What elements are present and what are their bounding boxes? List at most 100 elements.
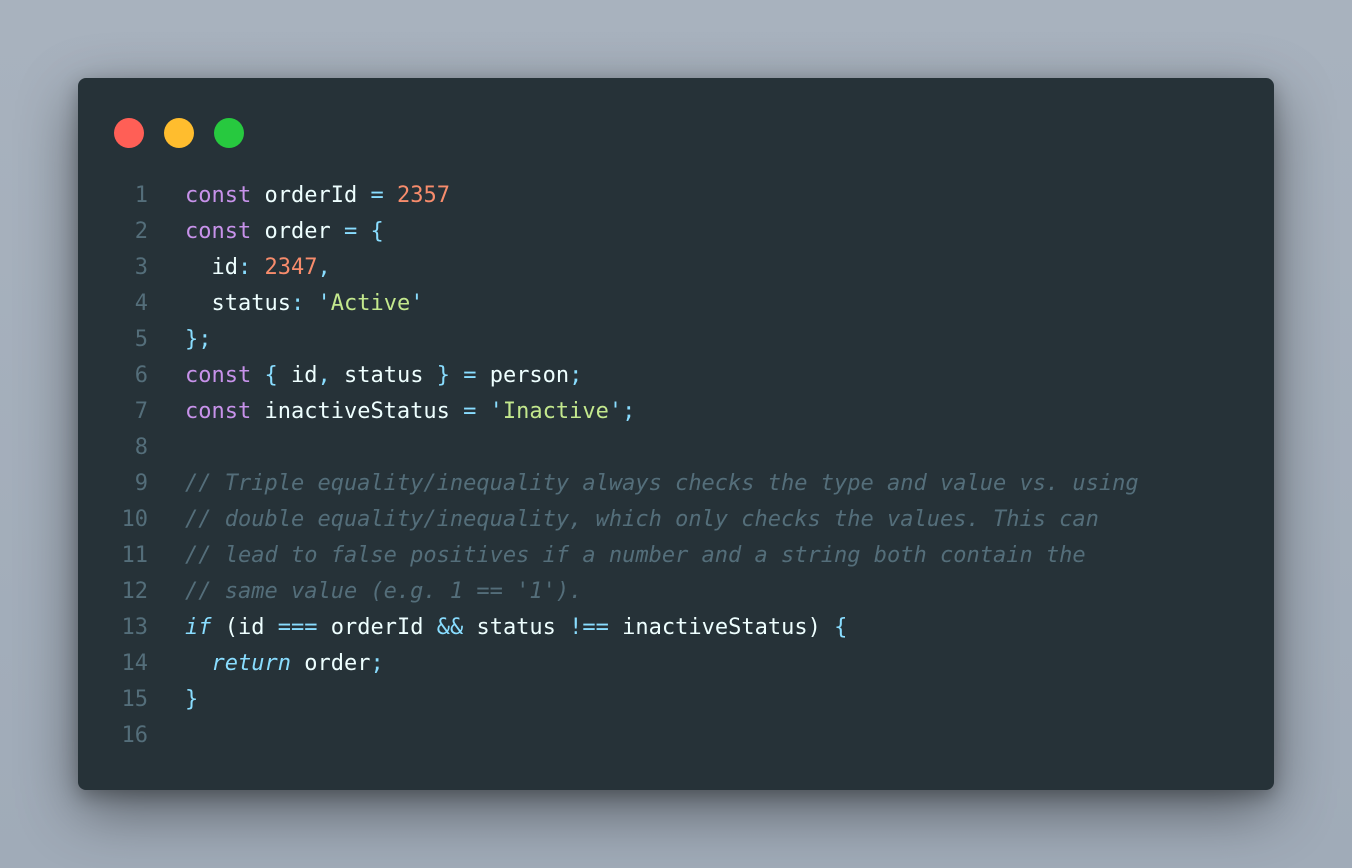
line-number: 8 (134, 435, 148, 460)
code-line: 7 const inactiveStatus = 'Inactive'; (78, 394, 1274, 430)
code-token: // Triple equality/inequality always che… (185, 471, 1139, 496)
code-line: 2 const order = { (78, 214, 1274, 250)
code-token: ' (410, 291, 424, 316)
code-text: }; (185, 322, 212, 358)
code-line: 3 id: 2347, (78, 250, 1274, 286)
code-token: : (237, 255, 252, 280)
code-token: status (463, 615, 570, 640)
window-controls (114, 118, 244, 148)
code-token: { (264, 363, 278, 388)
code-text: } (185, 682, 198, 718)
line-number: 10 (121, 507, 149, 532)
line-number: 15 (121, 687, 149, 712)
line-number: 7 (134, 399, 148, 424)
line-number: 16 (121, 723, 149, 748)
code-text: const inactiveStatus = 'Inactive'; (185, 394, 635, 430)
code-token: ; (569, 363, 583, 388)
line-number: 1 (134, 183, 148, 208)
code-token: orderId (317, 615, 437, 640)
code-token: }; (185, 327, 212, 352)
code-token: order (251, 219, 344, 244)
code-line: 15} (78, 682, 1274, 718)
code-token: // same value (e.g. 1 == '1'). (185, 579, 583, 604)
code-text: return order; (185, 646, 384, 682)
code-line: 11 // lead to false positives if a number… (78, 538, 1274, 574)
code-editor[interactable]: 1 const orderId = 2357 2 const order = {3 i… (78, 178, 1274, 754)
code-token: , (317, 363, 331, 388)
code-line: 9 // Triple equality/inequality always ch… (78, 466, 1274, 502)
line-number: 11 (121, 543, 149, 568)
code-token: const (185, 183, 252, 208)
line-number: 14 (121, 651, 149, 676)
code-line: 8 (78, 430, 1274, 466)
code-token: } (185, 687, 199, 712)
code-text: if (id === orderId && status !== inactiv… (185, 610, 847, 646)
code-token: (id (211, 615, 278, 640)
code-text: // double equality/inequality, which onl… (185, 502, 1099, 538)
line-number: 5 (134, 327, 148, 352)
code-token: } (436, 363, 450, 388)
code-token: orderId (251, 183, 371, 208)
code-text: // same value (e.g. 1 == '1'). (185, 574, 582, 610)
code-text: // Triple equality/inequality always che… (185, 466, 1139, 502)
code-token: = (370, 183, 384, 208)
code-token: inactiveStatus (251, 399, 464, 424)
line-number: 6 (134, 363, 148, 388)
code-line: 4 status: 'Active' (78, 286, 1274, 322)
code-line: 12 // same value (e.g. 1 == '1'). (78, 574, 1274, 610)
code-token: 2357 (396, 183, 450, 208)
code-text: status: 'Active' (185, 286, 423, 322)
code-token: { (370, 219, 384, 244)
code-line: 5}; (78, 322, 1274, 358)
code-window: 1 const orderId = 2357 2 const order = {3 i… (78, 78, 1274, 790)
code-token: = (343, 219, 358, 244)
code-token: if (185, 615, 212, 640)
code-token: id (185, 255, 238, 280)
code-token: const (185, 219, 252, 244)
code-token: Active (330, 291, 411, 316)
code-token: = (463, 363, 477, 388)
line-number: 3 (134, 255, 148, 280)
line-number: 13 (121, 615, 149, 640)
code-token: // lead to false positives if a number a… (185, 543, 1086, 568)
code-token: id (277, 363, 318, 388)
code-line: 1 const orderId = 2357 (78, 178, 1274, 214)
code-token: ' (317, 291, 331, 316)
line-number: 9 (134, 471, 148, 496)
code-token: return (211, 651, 291, 676)
code-token: order (290, 651, 371, 676)
maximize-button[interactable] (214, 118, 244, 148)
line-number: 2 (134, 219, 148, 244)
code-token: status (330, 363, 437, 388)
code-token: === (277, 615, 318, 640)
code-token: const (185, 399, 252, 424)
code-token: 2347 (264, 255, 318, 280)
code-token: status (185, 291, 291, 316)
code-token: !== (569, 615, 609, 640)
code-token: { (834, 615, 848, 640)
code-text: const order = { (185, 214, 384, 250)
code-token: const (185, 363, 252, 388)
code-line: 13 if (id === orderId && status !== inact… (78, 610, 1274, 646)
code-text: // lead to false positives if a number a… (185, 538, 1086, 574)
code-line: 14 return order; (78, 646, 1274, 682)
code-token: : (290, 291, 305, 316)
code-token: person (476, 363, 570, 388)
line-number: 4 (134, 291, 148, 316)
code-text: const { id, status } = person; (185, 358, 582, 394)
close-button[interactable] (114, 118, 144, 148)
code-text: const orderId = 2357 (185, 178, 450, 214)
code-token: , (317, 255, 331, 280)
minimize-button[interactable] (164, 118, 194, 148)
code-text: id: 2347, (185, 250, 331, 286)
code-token: = (463, 399, 477, 424)
code-line: 6 const { id, status } = person; (78, 358, 1274, 394)
